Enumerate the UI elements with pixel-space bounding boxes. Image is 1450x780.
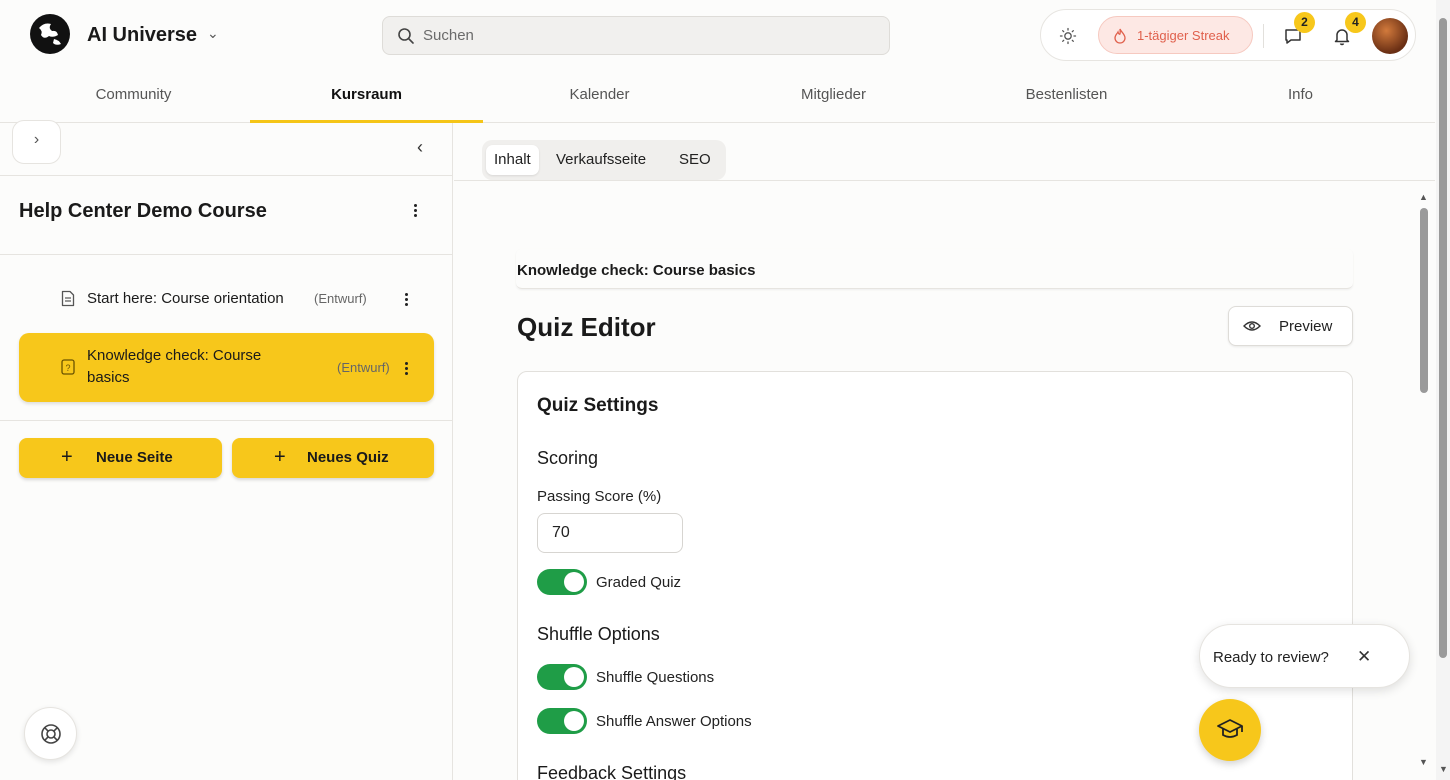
scroll-up-arrow[interactable]: ▲ [1419, 192, 1428, 202]
close-icon[interactable]: ✕ [1357, 647, 1371, 667]
avatar[interactable] [1372, 18, 1408, 54]
document-icon [61, 290, 75, 307]
page-title: Quiz Editor [517, 312, 656, 342]
lesson-title-line1: Knowledge check: Course [87, 347, 262, 364]
search-input[interactable] [423, 17, 863, 54]
graded-quiz-toggle[interactable] [537, 569, 587, 595]
graduation-cap-icon [1217, 719, 1243, 738]
shuffle-answers-toggle[interactable] [537, 708, 587, 734]
plus-icon: + [61, 446, 73, 468]
messages-badge: 2 [1294, 12, 1315, 33]
expand-sidebar-button[interactable]: › [12, 120, 61, 164]
shuffle-questions-toggle[interactable] [537, 664, 587, 690]
chevron-down-icon[interactable]: ⌄ [207, 25, 219, 42]
settings-title: Quiz Settings [537, 395, 659, 416]
feedback-title: Feedback Settings [537, 763, 687, 780]
streak-button[interactable]: 1-tägiger Streak [1098, 16, 1253, 54]
scroll-thumb[interactable] [1420, 208, 1428, 393]
shuffle-answers-label: Shuffle Answer Options [596, 713, 752, 730]
lesson-item[interactable]: Start here: Course orientation (Entwurf) [19, 281, 434, 317]
scroll-thumb[interactable] [1439, 18, 1447, 658]
quiz-icon: ? [61, 359, 75, 375]
course-title: Help Center Demo Course [19, 200, 267, 222]
lesson-status: (Entwurf) [314, 291, 367, 306]
collapse-sidebar-icon[interactable]: ‹ [417, 137, 423, 158]
graded-quiz-label: Graded Quiz [596, 574, 682, 591]
header-actions: 1-tägiger Streak 2 4 [1040, 9, 1416, 61]
divider [0, 420, 453, 421]
passing-score-label: Passing Score (%) [537, 488, 662, 505]
new-page-button[interactable]: + Neue Seite [19, 438, 222, 478]
new-page-label: Neue Seite [96, 449, 173, 466]
scroll-down-arrow[interactable]: ▼ [1419, 757, 1428, 767]
page-scrollbar[interactable]: ▼ [1436, 0, 1450, 780]
tab-mitglieder[interactable]: Mitglieder [717, 70, 950, 123]
lifebuoy-icon [41, 724, 61, 744]
brand-logo[interactable] [30, 14, 70, 54]
notifications-badge: 4 [1345, 12, 1366, 33]
quiz-name: Knowledge check: Course basics [517, 262, 756, 279]
tab-community[interactable]: Community [17, 70, 250, 123]
tab-bestenlisten[interactable]: Bestenlisten [950, 70, 1183, 123]
lesson-title: Start here: Course orientation [87, 290, 284, 307]
tab-kalender[interactable]: Kalender [483, 70, 716, 123]
brand-name[interactable]: AI Universe [87, 24, 197, 47]
plus-icon: + [274, 446, 286, 468]
review-popup: Ready to review? ✕ [1199, 624, 1410, 688]
course-sidebar: › ‹ Help Center Demo Course Start here: … [0, 120, 453, 780]
divider [1263, 24, 1264, 48]
preview-label: Preview [1279, 318, 1333, 335]
search-icon [398, 28, 414, 44]
shuffle-questions-label: Shuffle Questions [596, 669, 715, 686]
new-quiz-label: Neues Quiz [307, 449, 389, 466]
lesson-menu-icon[interactable] [405, 293, 408, 306]
tab-kursraum[interactable]: Kursraum [250, 70, 483, 123]
new-quiz-button[interactable]: + Neues Quiz [232, 438, 434, 478]
theme-toggle-icon[interactable] [1059, 27, 1077, 45]
tab-inhalt[interactable]: Inhalt [486, 145, 539, 175]
tab-seo[interactable]: SEO [671, 145, 719, 175]
top-header: AI Universe ⌄ 1-tägiger Streak 2 4 [0, 0, 1450, 70]
divider [454, 180, 1435, 181]
svg-text:?: ? [65, 363, 70, 373]
lesson-menu-icon[interactable] [405, 362, 408, 375]
help-button[interactable] [24, 707, 77, 760]
scoring-title: Scoring [537, 448, 599, 468]
divider [0, 254, 453, 255]
flame-icon [1114, 28, 1126, 44]
eye-icon [1243, 321, 1261, 331]
course-fab-button[interactable] [1199, 699, 1261, 761]
main-nav: Community Kursraum Kalender Mitglieder B… [0, 70, 1435, 123]
review-text: Ready to review? [1213, 649, 1329, 666]
divider [0, 175, 453, 176]
scroll-down-arrow[interactable]: ▼ [1439, 764, 1448, 774]
streak-label: 1-tägiger Streak [1137, 28, 1230, 43]
content-tabs: Inhalt Verkaufsseite SEO [482, 140, 726, 180]
shuffle-title: Shuffle Options [537, 624, 660, 644]
passing-score-input[interactable] [537, 513, 683, 553]
tab-verkaufsseite[interactable]: Verkaufsseite [548, 145, 654, 175]
search-bar[interactable] [382, 16, 890, 55]
preview-button[interactable]: Preview [1228, 306, 1353, 346]
tab-info[interactable]: Info [1184, 70, 1417, 123]
lesson-item-active[interactable]: ? Knowledge check: Course basics (Entwur… [19, 333, 434, 402]
content-scrollbar[interactable]: ▲ ▼ [1418, 190, 1430, 770]
lesson-status: (Entwurf) [337, 360, 390, 375]
course-menu-icon[interactable] [414, 204, 417, 217]
breadcrumb: Knowledge check: Course basics [516, 249, 1353, 289]
lesson-title-line2: basics [87, 369, 130, 386]
